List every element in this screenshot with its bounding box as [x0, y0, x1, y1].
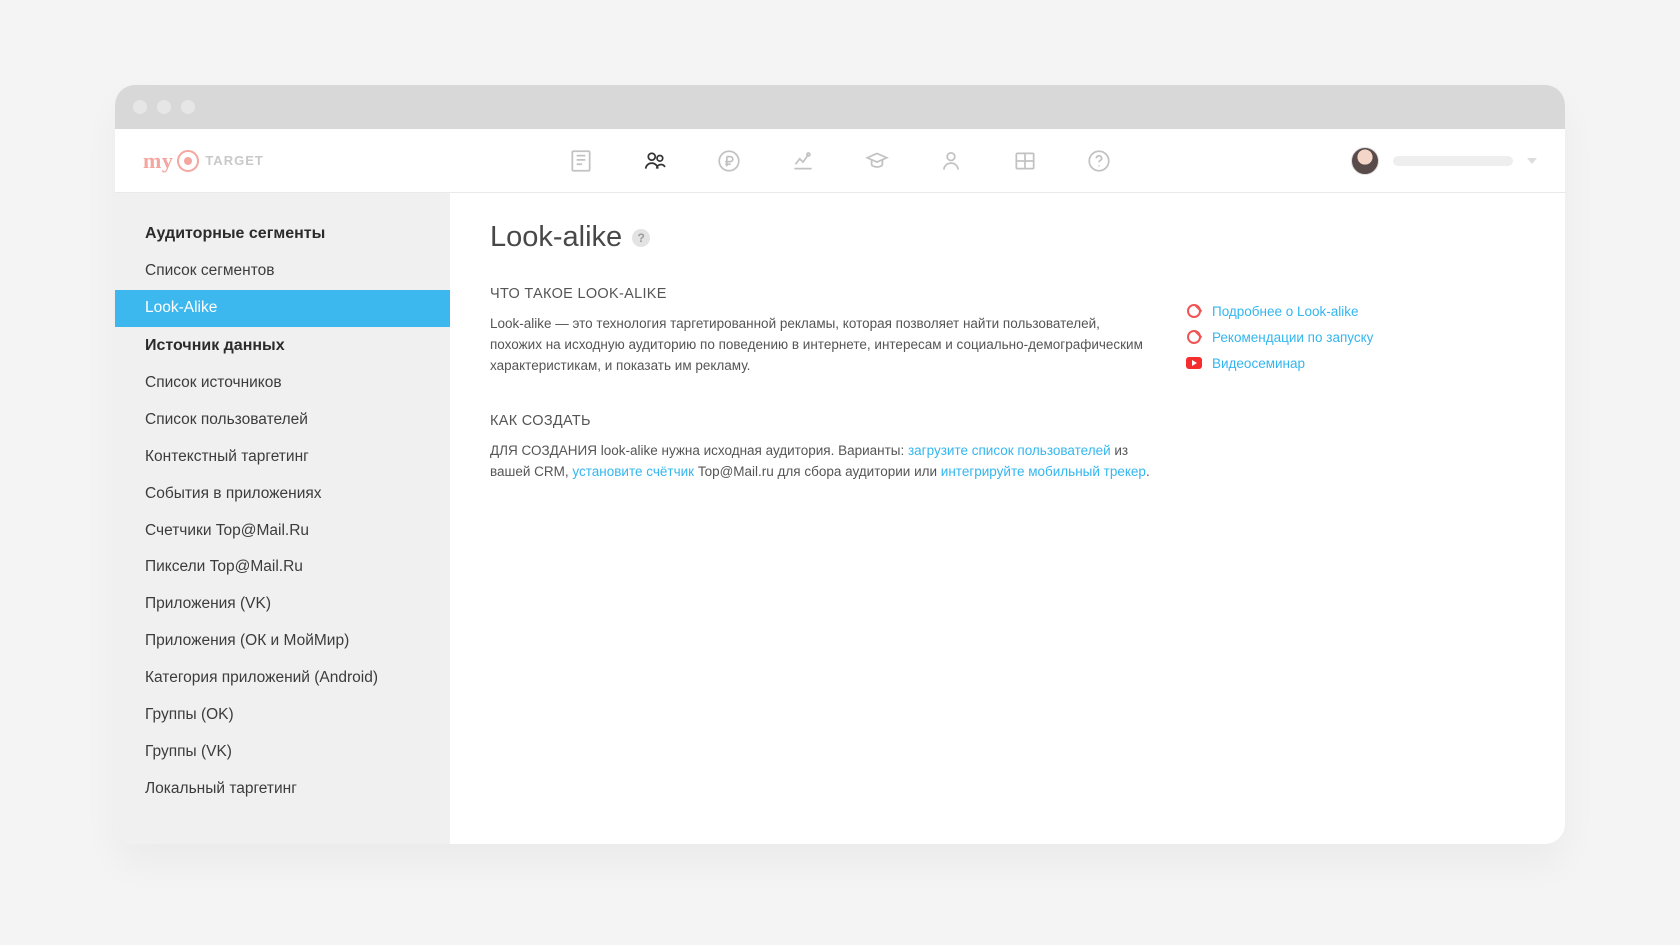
sidebar-item-groups-vk[interactable]: Группы (VK): [115, 734, 450, 771]
sidebar-item-apps-vk[interactable]: Приложения (VK): [115, 586, 450, 623]
topbar: my TARGET: [115, 129, 1565, 193]
sidebar-item-app-events[interactable]: События в приложениях: [115, 476, 450, 513]
top-nav: [566, 146, 1114, 176]
page-title-text: Look-alike: [490, 221, 622, 254]
sidebar-item-pixels[interactable]: Пиксели Top@Mail.Ru: [115, 549, 450, 586]
nav-help-icon[interactable]: [1084, 146, 1114, 176]
sidebar-section-audience: Аудиторные сегменты: [115, 215, 450, 253]
help-hint-icon[interactable]: ?: [632, 229, 650, 247]
paragraph-how-create: ДЛЯ СОЗДАНИЯ look-alike нужна исходная а…: [490, 441, 1150, 483]
sidebar-section-data-sources: Источник данных: [115, 327, 450, 365]
sidebar-item-segment-list[interactable]: Список сегментов: [115, 253, 450, 290]
nav-profile-icon[interactable]: [936, 146, 966, 176]
nav-audiences-icon[interactable]: [640, 146, 670, 176]
link-mobile-tracker[interactable]: интегрируйте мобильный трекер: [941, 464, 1146, 479]
window-dot: [133, 100, 147, 114]
aside-link-more[interactable]: Подробнее о Look-alike: [1186, 303, 1416, 319]
aside-link-label: Видеосеминар: [1212, 356, 1305, 371]
sidebar-item-apps-ok[interactable]: Приложения (ОК и МойМир): [115, 623, 450, 660]
user-menu[interactable]: [1351, 147, 1537, 175]
browser-window: my TARGET: [115, 85, 1565, 844]
youtube-icon: [1186, 355, 1202, 371]
sidebar: Аудиторные сегменты Список сегментов Loo…: [115, 193, 450, 844]
sidebar-item-groups-ok[interactable]: Группы (OK): [115, 697, 450, 734]
sidebar-item-context-target[interactable]: Контекстный таргетинг: [115, 439, 450, 476]
text-fragment: ДЛЯ СОЗДАНИЯ look-alike нужна исходная а…: [490, 443, 908, 458]
logo[interactable]: my TARGET: [143, 148, 264, 174]
logo-suffix: TARGET: [205, 153, 263, 168]
aside-link-label: Рекомендации по запуску: [1212, 330, 1373, 345]
aside-link-recommendations[interactable]: Рекомендации по запуску: [1186, 329, 1416, 345]
nav-campaigns-icon[interactable]: [566, 146, 596, 176]
window-dot: [157, 100, 171, 114]
username-placeholder: [1393, 156, 1513, 166]
sidebar-item-app-category[interactable]: Категория приложений (Android): [115, 660, 450, 697]
logo-bullseye-icon: [177, 150, 199, 172]
aside-link-video[interactable]: Видеосеминар: [1186, 355, 1416, 371]
main-content: Look-alike ? ЧТО ТАКОЕ LOOK-ALIKE Look-a…: [450, 193, 1565, 844]
target-icon: [1186, 303, 1202, 319]
aside-link-label: Подробнее о Look-alike: [1212, 304, 1359, 319]
subheading-what-is: ЧТО ТАКОЕ LOOK-ALIKE: [490, 286, 1150, 302]
text-fragment: .: [1146, 464, 1150, 479]
sidebar-item-local-target[interactable]: Локальный таргетинг: [115, 771, 450, 808]
logo-prefix: my: [143, 148, 173, 174]
nav-statistics-icon[interactable]: [788, 146, 818, 176]
window-dot: [181, 100, 195, 114]
nav-education-icon[interactable]: [862, 146, 892, 176]
chevron-down-icon: [1527, 158, 1537, 164]
sidebar-item-user-list[interactable]: Список пользователей: [115, 402, 450, 439]
target-icon: [1186, 329, 1202, 345]
sidebar-item-counters[interactable]: Счетчики Top@Mail.Ru: [115, 513, 450, 550]
avatar: [1351, 147, 1379, 175]
link-upload-users[interactable]: загрузите список пользователей: [908, 443, 1111, 458]
subheading-how-create: КАК СОЗДАТЬ: [490, 413, 1150, 429]
browser-chrome: [115, 85, 1565, 129]
sidebar-item-source-list[interactable]: Список источников: [115, 365, 450, 402]
sidebar-item-look-alike[interactable]: Look-Alike: [115, 290, 450, 327]
text-fragment: Top@Mail.ru для сбора аудитории или: [694, 464, 941, 479]
nav-billing-icon[interactable]: [714, 146, 744, 176]
aside-links: Подробнее о Look-alike Рекомендации по з…: [1186, 221, 1416, 483]
page-title: Look-alike ?: [490, 221, 1150, 254]
nav-tools-icon[interactable]: [1010, 146, 1040, 176]
link-install-counter[interactable]: установите счётчик: [572, 464, 694, 479]
paragraph-what-is: Look-alike — это технология таргетирован…: [490, 314, 1150, 377]
